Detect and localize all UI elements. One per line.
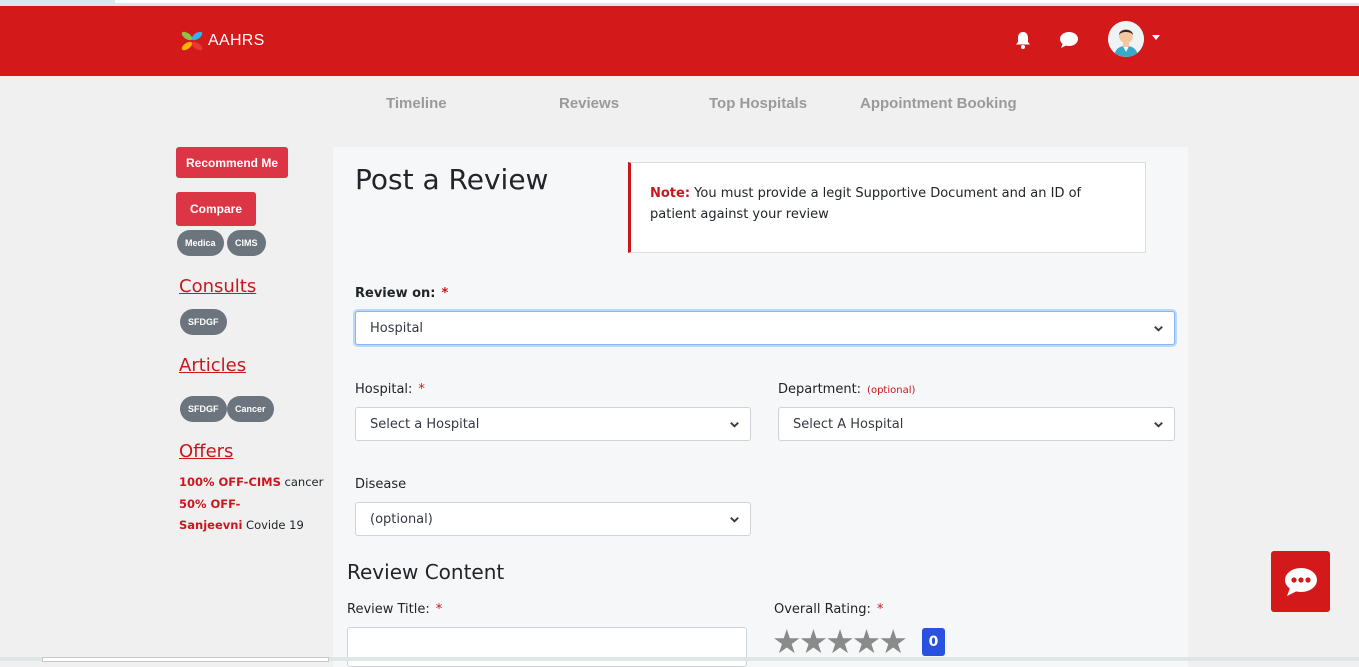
chat-dots-icon [1284,567,1317,596]
star-icon[interactable]: ★ [772,625,802,658]
compare-button[interactable]: Compare [176,192,256,226]
review-on-select[interactable]: Hospital [355,311,1175,345]
review-on-label: Review on: * [355,286,449,301]
chevron-down-icon[interactable] [1152,35,1160,40]
brand[interactable]: AAHRS [180,30,265,52]
chevron-down-icon [730,517,739,523]
star-icon[interactable]: ★ [852,625,882,658]
top-navbar: AAHRS [0,6,1359,76]
overall-rating-label: Overall Rating: * [774,602,884,617]
department-label: Department: (optional) [778,382,916,397]
offer-item[interactable]: 100% OFF-CIMS cancer [179,475,323,489]
rating-value-badge: 0 [922,628,945,656]
review-content-heading: Review Content [347,560,505,584]
rating-stars[interactable]: ★ ★ ★ ★ ★ [772,625,908,658]
articles-tag-cancer[interactable]: Cancer [227,396,274,422]
tab-appointment-booking[interactable]: Appointment Booking [860,95,1017,112]
department-select[interactable]: Select A Hospital [778,407,1175,441]
hospital-select[interactable]: Select a Hospital [355,407,751,441]
hospital-label: Hospital: * [355,382,425,397]
tab-reviews[interactable]: Reviews [559,95,619,112]
chevron-down-icon [730,422,739,428]
tab-timeline[interactable]: Timeline [386,95,447,112]
review-title-label: Review Title: * [347,602,443,617]
star-icon[interactable]: ★ [878,625,908,658]
compare-tag-medica[interactable]: Medica [177,230,224,256]
chat-bubble-icon[interactable] [1059,30,1079,50]
offer-item[interactable]: 50% OFF- [179,497,240,511]
chevron-down-icon [1154,422,1163,428]
recommend-me-button[interactable]: Recommend Me [176,147,288,178]
consults-tag-sfdgf[interactable]: SFDGF [180,309,227,335]
offer-item[interactable]: Sanjeevni Covide 19 [179,518,304,532]
offers-heading[interactable]: Offers [179,441,233,462]
brand-logo-icon [181,31,203,51]
chevron-down-icon [1154,326,1163,332]
articles-heading[interactable]: Articles [179,355,246,376]
window-scrollbar[interactable] [0,657,1359,662]
tab-top-hospitals[interactable]: Top Hospitals [709,95,807,112]
star-icon[interactable]: ★ [799,625,829,658]
disease-label: Disease [355,477,407,492]
user-avatar[interactable] [1108,21,1144,57]
page-title: Post a Review [355,163,549,196]
bell-icon[interactable] [1013,30,1033,50]
review-title-input[interactable] [347,627,747,667]
consults-heading[interactable]: Consults [179,276,256,297]
note-box: Note: You must provide a legit Supportiv… [628,162,1146,253]
compare-tag-cims[interactable]: CIMS [227,230,266,256]
star-icon[interactable]: ★ [825,625,855,658]
brand-name: AAHRS [208,32,265,49]
disease-select[interactable]: (optional) [355,502,751,536]
articles-tag-sfdgf[interactable]: SFDGF [180,396,227,422]
note-text: You must provide a legit Supportive Docu… [650,186,1082,222]
note-label: Note: [650,186,691,201]
chat-widget-button[interactable] [1271,551,1330,612]
